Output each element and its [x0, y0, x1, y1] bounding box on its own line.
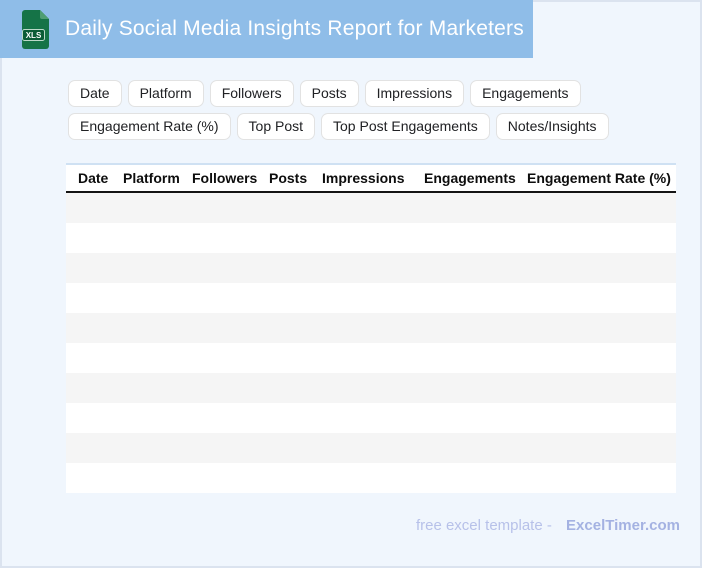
- xls-icon-label: XLS: [26, 31, 42, 40]
- header-band: XLS Daily Social Media Insights Report f…: [0, 0, 533, 58]
- table-header-cell: Posts: [269, 170, 308, 186]
- column-chip[interactable]: Impressions: [364, 80, 465, 107]
- xls-file-icon: XLS: [22, 9, 49, 49]
- table-row: [66, 253, 676, 283]
- column-chip[interactable]: Engagement Rate (%): [68, 113, 231, 140]
- footer-text: free excel template -: [415, 517, 552, 534]
- chip-row-1: Date Platform Followers Posts Impressions Eng…: [68, 80, 609, 107]
- table-body: [66, 193, 676, 493]
- table-header-row: Date Platform Followers Posts Impressions Eng…: [66, 163, 676, 193]
- footer-brand-link[interactable]: ExcelTimer.com: [566, 517, 680, 534]
- column-chip[interactable]: Notes/Insights: [495, 113, 609, 140]
- table-header-cell: Impressions: [322, 170, 405, 186]
- table-row: [66, 343, 676, 373]
- table-row: [66, 373, 676, 403]
- column-chip[interactable]: Top Post: [236, 113, 316, 140]
- footer: free excel template - ExcelTimer.com: [416, 517, 680, 534]
- chip-row-2: Engagement Rate (%) Top Post Top Post Enga…: [68, 113, 609, 140]
- page-title: Daily Social Media Insights Report for M…: [65, 17, 524, 40]
- column-chips: Date Platform Followers Posts Impressions Eng…: [68, 80, 609, 140]
- template-preview-page: XLS Daily Social Media Insights Report f…: [0, 0, 702, 568]
- insights-table: Date Platform Followers Posts Impressions Eng…: [66, 163, 676, 493]
- table-header-cell: Engagement Rate (%): [527, 170, 671, 186]
- table-row: [66, 403, 676, 433]
- table-header-cell: Date: [78, 170, 109, 186]
- column-chip[interactable]: Engagements: [470, 80, 581, 107]
- column-chip[interactable]: Top Post Engagements: [321, 113, 490, 140]
- table-header-cell: Platform: [123, 170, 180, 186]
- table-row: [66, 193, 676, 223]
- table-row: [66, 283, 676, 313]
- table-header-cell: Followers: [192, 170, 258, 186]
- table-row: [66, 463, 676, 493]
- table-row: [66, 223, 676, 253]
- table-row: [66, 313, 676, 343]
- column-chip[interactable]: Followers: [209, 80, 294, 107]
- table-row: [66, 433, 676, 463]
- column-chip[interactable]: Date: [68, 80, 122, 107]
- column-chip[interactable]: Platform: [127, 80, 204, 107]
- column-chip[interactable]: Posts: [299, 80, 359, 107]
- table-header-cell: Engagements: [424, 170, 516, 186]
